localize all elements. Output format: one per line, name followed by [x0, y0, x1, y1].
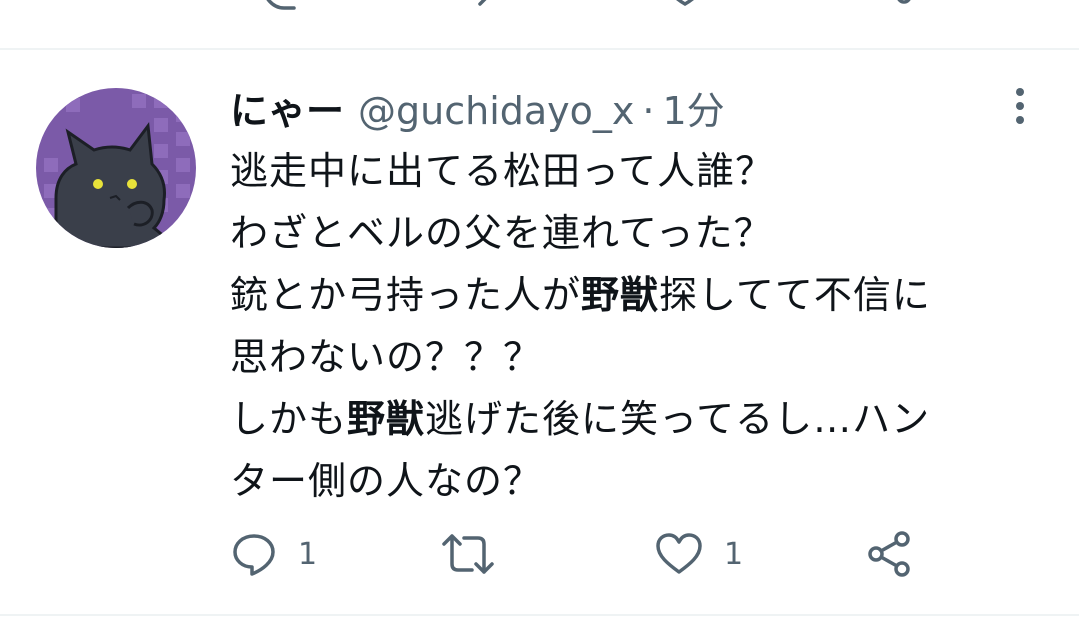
tweet-text-line: しかも野獣逃げた後に笑ってるし…ハン [230, 388, 1060, 450]
display-name[interactable]: にゃー [230, 80, 344, 135]
share-button[interactable] [866, 530, 914, 578]
reply-count: 1 [298, 536, 318, 572]
separator-dot: · [642, 89, 655, 133]
share-icon [868, 531, 910, 577]
retweet-icon [442, 534, 494, 574]
tweet-text-segment: 銃とか弓持った人が [230, 273, 582, 317]
top-divider [0, 48, 1079, 50]
reply-icon[interactable] [254, 0, 304, 14]
tweet-text-line: ター側の人なの？ [230, 450, 1060, 512]
like-button[interactable]: 1 [654, 530, 743, 578]
bottom-divider [0, 614, 1079, 616]
tweet-text-line: 銃とか弓持った人が野獣探してて不信に [230, 264, 1060, 326]
retweet-icon[interactable] [446, 0, 506, 14]
tweet-actions: 1 1 [230, 530, 930, 578]
tweet-text-segment: 探してて不信に [659, 273, 931, 317]
retweet-button[interactable] [440, 530, 496, 578]
highlighted-keyword: 野獣 [581, 273, 660, 317]
tweet-text-line: 逃走中に出てる松田って人誰？ [230, 140, 1060, 202]
reply-icon [233, 534, 275, 576]
heart-icon[interactable] [660, 0, 710, 14]
tweet-timestamp[interactable]: 1分 [662, 80, 724, 135]
reply-button[interactable]: 1 [230, 530, 317, 578]
tweet-text-segment: しかも [230, 397, 348, 441]
more-vertical-icon[interactable] [1008, 86, 1032, 126]
heart-icon [656, 533, 702, 574]
black-cat-avatar-image [36, 88, 196, 248]
user-avatar[interactable] [36, 88, 196, 248]
tweet-text-segment: わざとベルの父を連れてった？ [230, 211, 773, 255]
user-handle[interactable]: @guchidayo_x [358, 89, 634, 133]
previous-tweet-actions [230, 0, 930, 14]
tweet-text: 逃走中に出てる松田って人誰？ わざとベルの父を連れてった？ 銃とか弓持った人が野… [230, 140, 1060, 512]
share-icon[interactable] [890, 0, 930, 14]
tweet-text-line: 思わないの？？？ [230, 326, 1060, 388]
like-count: 1 [724, 536, 744, 572]
tweet-text-line: わざとベルの父を連れてった？ [230, 202, 1060, 264]
tweet-header: にゃー @guchidayo_x · 1分 [230, 80, 725, 136]
tweet-text-segment: 逃げた後に笑ってるし…ハン [425, 397, 931, 441]
tweet-text-segment: 思わないの？？？ [230, 335, 543, 379]
tweet-text-segment: 逃走中に出てる松田って人誰？ [230, 149, 775, 193]
highlighted-keyword: 野獣 [347, 397, 426, 441]
tweet-text-segment: ター側の人なの？ [230, 459, 543, 503]
